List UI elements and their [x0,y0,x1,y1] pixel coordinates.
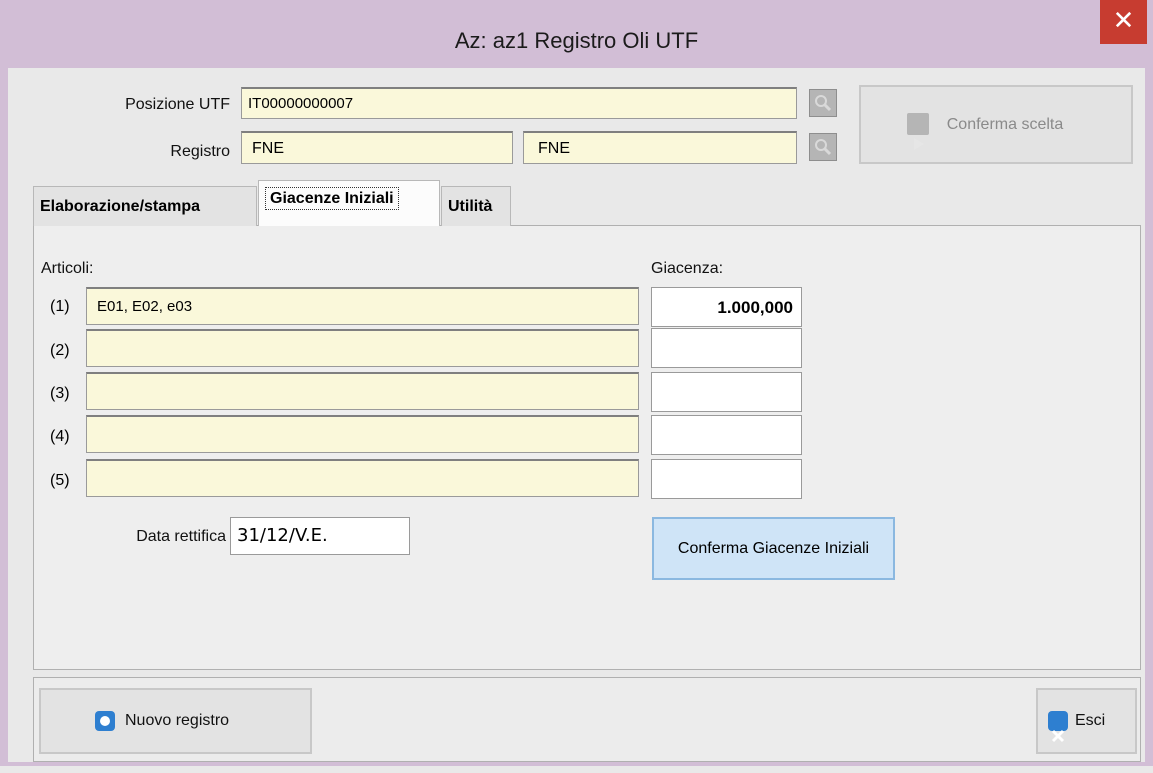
row-number: (3) [50,385,70,402]
esci-label: Esci [1075,712,1106,729]
registro-code-field[interactable]: FNE [241,131,513,164]
data-rettifica-label: Data rettifica [136,528,226,545]
registro-desc-field[interactable]: FNE [523,131,797,164]
row-number: (2) [50,342,70,359]
data-rettifica-field[interactable]: 31/12/V.E. [230,517,410,555]
giacenza-field-1[interactable]: 1.000,000 [651,287,802,327]
conferma-scelta-label: Conferma scelta [946,116,1064,133]
articoli-field-4[interactable] [86,415,639,453]
new-icon [95,711,115,731]
articoli-field-3[interactable] [86,372,639,410]
giacenza-field-3[interactable] [651,372,802,412]
row-number: (5) [50,472,70,489]
tab-giacenze-iniziali[interactable]: Giacenze Iniziali [258,180,440,226]
row-number: (1) [50,298,70,315]
giacenza-field-5[interactable] [651,459,802,499]
nuovo-registro-label: Nuovo registro [125,712,230,729]
row-number: (4) [50,428,70,445]
registro-label: Registro [170,143,230,160]
posizione-utf-label: Posizione UTF [125,96,230,113]
nuovo-registro-button[interactable]: Nuovo registro [39,688,312,754]
window-title: Az: az1 Registro Oli UTF [454,28,699,53]
play-icon [907,113,929,150]
giacenza-field-2[interactable] [651,328,802,368]
search-icon [815,139,832,156]
close-button[interactable]: ✕ [1100,0,1147,44]
tab-elaborazione-stampa[interactable]: Elaborazione/stampa [33,186,257,226]
conferma-scelta-button[interactable]: Conferma scelta [859,85,1133,164]
articoli-field-2[interactable] [86,329,639,367]
esci-button[interactable]: Esci [1036,688,1137,754]
articoli-label: Articoli: [41,260,94,277]
articoli-field-5[interactable] [86,459,639,497]
exit-icon [1048,711,1068,743]
giacenza-field-4[interactable] [651,415,802,455]
giacenza-label: Giacenza: [651,260,724,277]
tab-utilita[interactable]: Utilità [441,186,511,226]
articoli-field-1[interactable]: E01, E02, e03 [86,287,639,325]
conferma-giacenze-button[interactable]: Conferma Giacenze Iniziali [652,517,895,580]
search-icon [815,95,832,112]
tab-giacenze-iniziali-label: Giacenze Iniziali [265,187,399,210]
registro-search-button[interactable] [809,133,837,161]
posizione-utf-field[interactable]: IT00000000007 [241,87,797,119]
posizione-search-button[interactable] [809,89,837,117]
